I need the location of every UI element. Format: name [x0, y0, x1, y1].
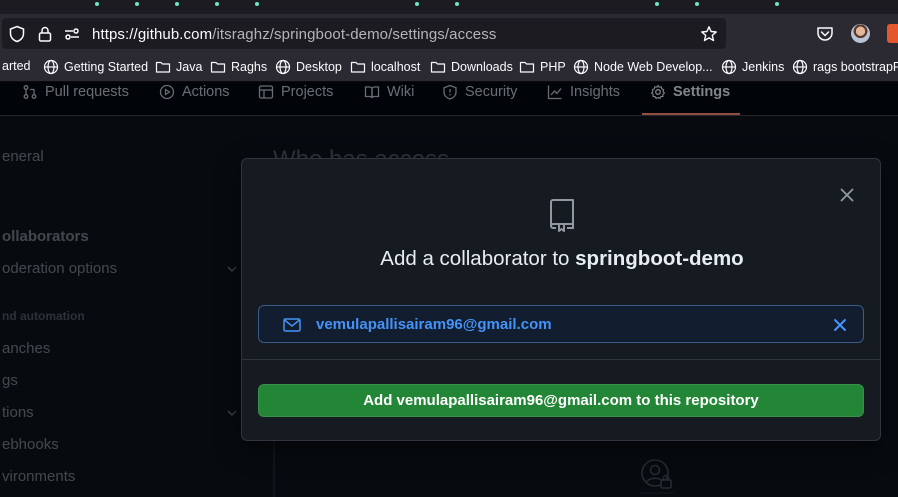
add-to-repository-button[interactable]: Add vemulapallisairam96@gmail.com to thi… [258, 384, 864, 417]
collaborator-email: vemulapallisairam96@gmail.com [316, 316, 552, 333]
clear-selection-icon[interactable] [832, 317, 848, 333]
address-bar[interactable]: https://github.com/itsraghz/springboot-d… [2, 18, 726, 49]
tab-label: Insights [570, 84, 620, 100]
url-text[interactable]: https://github.com/itsraghz/springboot-d… [92, 26, 496, 43]
tab-security[interactable]: Security [442, 84, 517, 100]
extension-icon[interactable] [887, 24, 898, 43]
bookmark-label: Jenkins [742, 60, 785, 74]
play-circle-icon [159, 84, 175, 100]
browser-toolbar: https://github.com/itsraghz/springboot-d… [0, 14, 898, 53]
star-icon[interactable] [700, 25, 718, 43]
bookmark-item[interactable]: Raghs [210, 59, 267, 75]
bookmark-item[interactable]: rags bootstrapP [792, 59, 898, 75]
table-icon [258, 85, 274, 99]
globe-icon [573, 59, 589, 75]
tab-label: Settings [673, 84, 731, 100]
globe-icon [721, 59, 737, 75]
tab-projects[interactable]: Projects [258, 84, 333, 100]
tab-indicator-dot [175, 2, 179, 6]
dialog-divider [242, 359, 880, 360]
dialog-title: Add a collaborator to springboot-demo [242, 247, 882, 271]
globe-icon [43, 59, 59, 75]
bookmark-label: arted [2, 59, 31, 73]
tab-indicator-dot [415, 2, 419, 6]
repo-navigation: Pull requests Actions Projects Wiki Secu… [0, 82, 898, 116]
bookmark-label: Getting Started [64, 60, 149, 74]
bookmark-item[interactable]: Node Web Develop... [573, 59, 713, 75]
bookmark-item[interactable]: Jenkins [721, 59, 784, 75]
folder-icon [155, 61, 171, 73]
bookmark-item[interactable]: Getting Started [43, 59, 148, 75]
bookmark-item[interactable]: PHP [519, 59, 566, 75]
tab-indicator-dot [135, 2, 139, 6]
bookmark-label: Node Web Develop... [594, 60, 713, 74]
tab-settings[interactable]: Settings [650, 84, 730, 100]
folder-icon [210, 61, 226, 73]
tab-indicator-dot [775, 2, 779, 6]
tab-insights[interactable]: Insights [547, 84, 620, 100]
add-collaborator-dialog: Add a collaborator to springboot-demo ve… [241, 158, 881, 441]
gear-icon [650, 84, 666, 100]
folder-icon [519, 61, 535, 73]
folder-icon [350, 61, 366, 73]
url-host: https://github.com [92, 26, 213, 43]
tab-label: Security [465, 84, 518, 100]
tab-indicator-dot [455, 2, 459, 6]
bookmark-label: PHP [540, 60, 566, 74]
pocket-icon[interactable] [815, 24, 835, 44]
book-icon [364, 86, 380, 99]
dialog-title-prefix: Add a collaborator to [380, 247, 576, 270]
site-settings-icon[interactable] [63, 25, 81, 43]
bookmark-item[interactable]: localhost [350, 59, 420, 75]
tab-pull-requests[interactable]: Pull requests [22, 84, 129, 100]
bookmark-item[interactable]: Downloads [430, 59, 513, 75]
selected-collaborator-field[interactable]: vemulapallisairam96@gmail.com [258, 305, 864, 343]
close-icon[interactable] [838, 186, 856, 204]
globe-icon [792, 59, 808, 75]
bookmark-item[interactable]: Java [155, 59, 202, 75]
profile-avatar[interactable] [851, 24, 870, 43]
bookmark-label: localhost [371, 60, 421, 74]
tab-indicator-dot [695, 2, 699, 6]
tab-indicator-dot [215, 2, 219, 6]
url-path: /itsraghz/springboot-demo/settings/acces… [212, 26, 497, 43]
bookmark-item[interactable]: arted [2, 59, 31, 73]
tab-label: Actions [182, 84, 230, 100]
mail-icon [283, 318, 301, 332]
shield-alert-icon [443, 84, 457, 100]
bookmark-label: Java [176, 60, 203, 74]
tab-label: Projects [281, 84, 334, 100]
bookmark-label: Raghs [231, 60, 268, 74]
tab-indicator-dot [95, 2, 99, 6]
tab-label: Wiki [387, 84, 415, 100]
globe-icon [275, 59, 291, 75]
tab-actions[interactable]: Actions [159, 84, 230, 100]
lock-icon[interactable] [36, 25, 54, 43]
bookmarks-bar: arted Getting Started Java Raghs Desktop… [0, 53, 898, 82]
graph-icon [547, 85, 562, 100]
tab-indicator-dot [655, 2, 659, 6]
tab-label: Pull requests [45, 84, 129, 100]
bookmark-label: Desktop [296, 60, 342, 74]
repo-icon [550, 199, 574, 232]
folder-icon [430, 61, 446, 73]
bookmark-item[interactable]: Desktop [275, 59, 342, 75]
active-tab-indicator [642, 113, 740, 115]
dialog-repo-name: springboot-demo [575, 247, 744, 270]
tab-wiki[interactable]: Wiki [364, 84, 414, 100]
pull-request-icon [23, 85, 37, 99]
shield-icon[interactable] [8, 25, 26, 43]
tab-indicator-dot [255, 2, 259, 6]
bookmark-label: Downloads [451, 60, 513, 74]
bookmark-label: rags bootstrapP [813, 60, 898, 74]
browser-tab-strip [0, 0, 898, 14]
